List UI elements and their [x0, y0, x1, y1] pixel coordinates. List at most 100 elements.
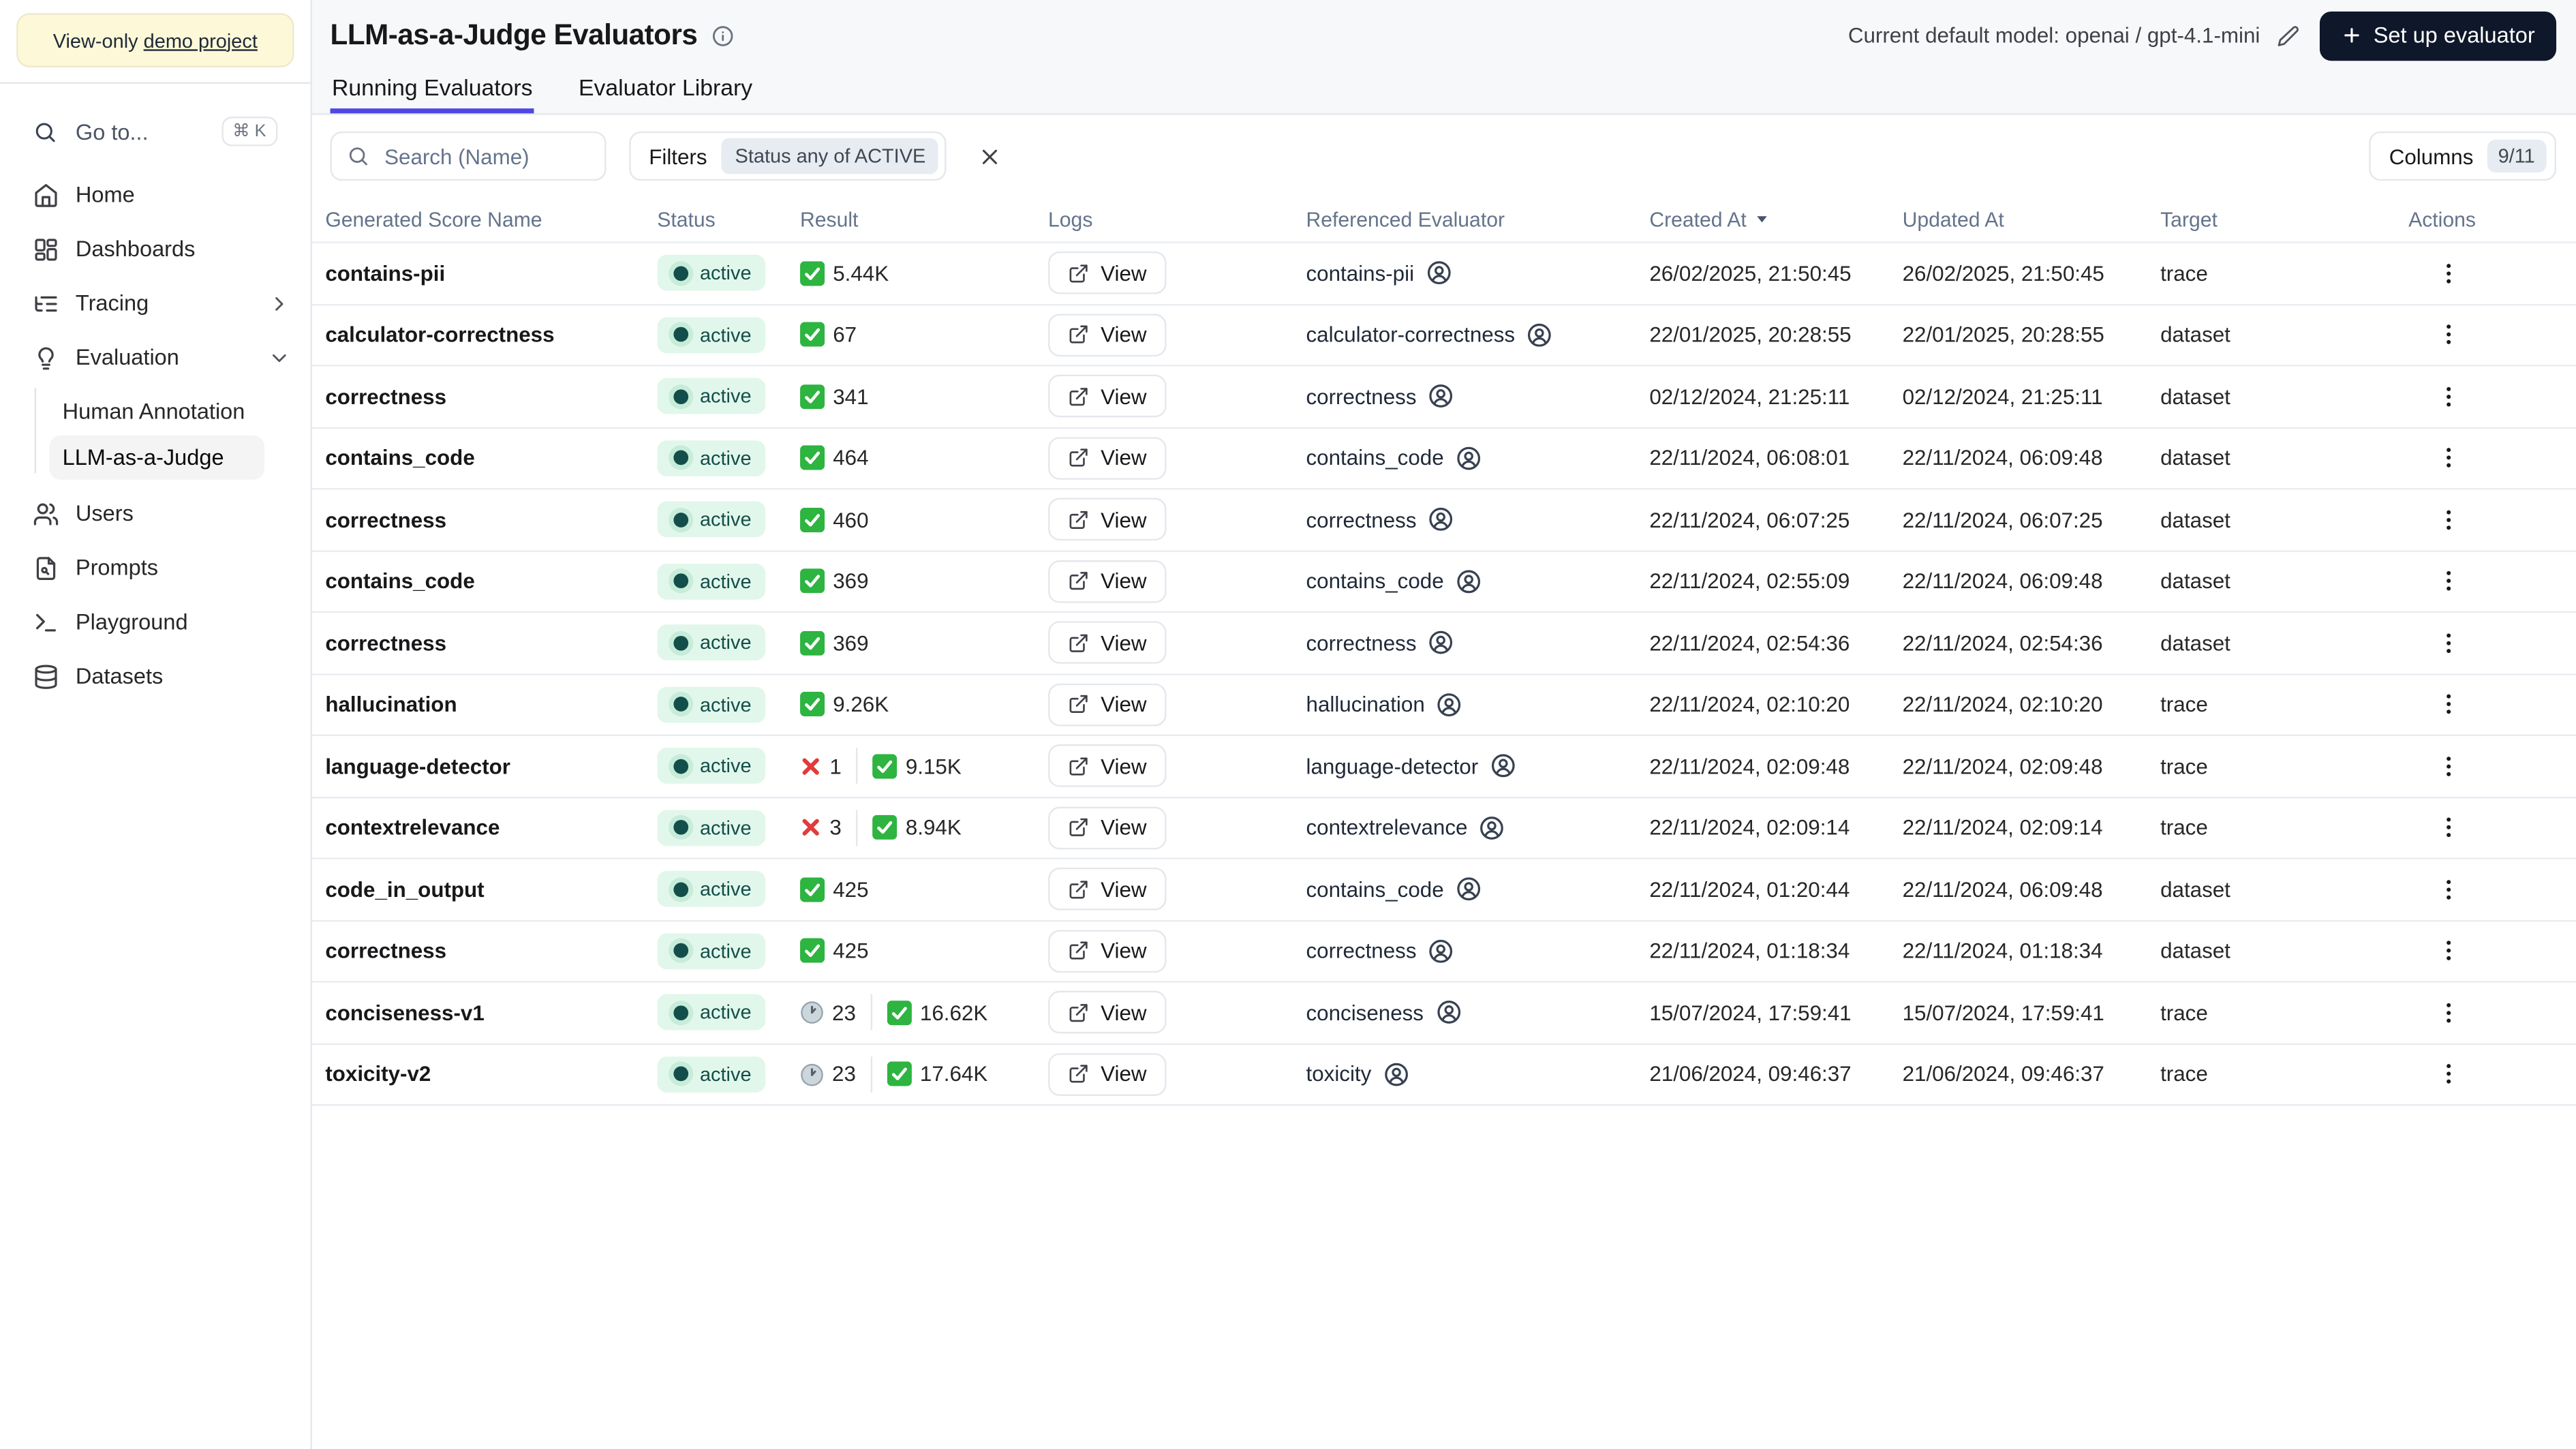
created-at-cell: 22/11/2024, 02:09:48: [1649, 753, 1850, 779]
column-header-created-at[interactable]: Created At: [1649, 208, 1902, 231]
status-badge: active: [657, 501, 767, 538]
row-actions-button[interactable]: [2428, 562, 2468, 601]
status-cell: active: [657, 932, 800, 969]
row-actions-button[interactable]: [2428, 808, 2468, 847]
default-model-label: Current default model: openai / gpt-4.1-…: [1847, 22, 2260, 48]
view-logs-button[interactable]: View: [1048, 868, 1167, 911]
table-row[interactable]: correctness active 369 View correctness …: [312, 613, 2576, 675]
actions-cell: [2408, 254, 2576, 293]
target-cell: trace: [2160, 753, 2208, 779]
view-logs-button[interactable]: View: [1048, 991, 1167, 1034]
external-link-icon: [1068, 694, 1089, 715]
view-logs-button[interactable]: View: [1048, 683, 1167, 726]
status-badge: active: [657, 686, 767, 723]
search-input[interactable]: [381, 142, 590, 170]
row-actions-button[interactable]: [2428, 870, 2468, 909]
check-icon: [800, 939, 825, 964]
row-actions-button[interactable]: [2428, 931, 2468, 971]
target-cell: dataset: [2160, 630, 2230, 656]
column-header-actions[interactable]: Actions: [2408, 208, 2576, 231]
table-row[interactable]: conciseness-v1 active 23 16.62K View conc…: [312, 982, 2576, 1045]
updated-at-cell: 22/11/2024, 06:07:25: [1902, 507, 2103, 532]
result-clock: 23: [800, 1001, 856, 1025]
table-body: contains-pii active 5.44K View contains-…: [312, 241, 2576, 1106]
table-row[interactable]: code_in_output active 425 View contains_…: [312, 859, 2576, 921]
view-logs-button[interactable]: View: [1048, 929, 1167, 973]
goto-search[interactable]: Go to... ⌘ K: [13, 102, 297, 161]
tab-evaluator-library[interactable]: Evaluator Library: [577, 74, 754, 113]
sidebar-subitems: Human Annotation LLM-as-a-Judge: [0, 384, 311, 486]
sidebar-item-llm-as-a-judge[interactable]: LLM-as-a-Judge: [49, 435, 265, 480]
kebab-icon: [2436, 1062, 2460, 1086]
row-actions-button[interactable]: [2428, 623, 2468, 662]
columns-button[interactable]: Columns 9/11: [2369, 131, 2557, 181]
table-row[interactable]: correctness active 341 View correctness …: [312, 366, 2576, 428]
table-row[interactable]: correctness active 460 View correctness …: [312, 489, 2576, 551]
view-logs-button[interactable]: View: [1048, 436, 1167, 480]
sidebar-item-human-annotation[interactable]: Human Annotation: [49, 389, 264, 433]
clear-filters-button[interactable]: [967, 133, 1013, 179]
edit-model-icon[interactable]: [2276, 24, 2299, 47]
sidebar-item-prompts[interactable]: Prompts: [0, 540, 311, 595]
sidebar: View-only demo project Go to... ⌘ K Home…: [0, 0, 313, 1449]
view-logs-button[interactable]: View: [1048, 375, 1167, 418]
tab-running-evaluators[interactable]: Running Evaluators: [330, 74, 535, 114]
result-cell: 5.44K: [800, 260, 1048, 286]
sidebar-item-datasets[interactable]: Datasets: [0, 649, 311, 703]
row-actions-button[interactable]: [2428, 377, 2468, 416]
result-cell: 3 8.94K: [800, 809, 1048, 846]
column-header-updated-at[interactable]: Updated At: [1903, 208, 2160, 231]
row-actions-button[interactable]: [2428, 500, 2468, 539]
table-row[interactable]: toxicity-v2 active 23 17.64K View toxicit…: [312, 1044, 2576, 1106]
column-header-result[interactable]: Result: [800, 208, 1048, 231]
score-name-cell: language-detector: [325, 753, 510, 779]
view-logs-button[interactable]: View: [1048, 621, 1167, 665]
column-header-logs[interactable]: Logs: [1048, 208, 1306, 231]
column-header-target[interactable]: Target: [2160, 208, 2408, 231]
sidebar-item-users[interactable]: Users: [0, 487, 311, 541]
view-logs-button[interactable]: View: [1048, 313, 1167, 356]
view-logs-button[interactable]: View: [1048, 498, 1167, 541]
row-actions-button[interactable]: [2428, 315, 2468, 354]
row-actions-button[interactable]: [2428, 254, 2468, 293]
column-header-generated-score-name[interactable]: Generated Score Name: [325, 208, 657, 231]
table-row[interactable]: contains-pii active 5.44K View contains-…: [312, 243, 2576, 305]
table-row[interactable]: contains_code active 464 View contains_c…: [312, 427, 2576, 490]
row-actions-button[interactable]: [2428, 993, 2468, 1033]
sidebar-item-evaluation[interactable]: Evaluation: [0, 331, 311, 385]
column-header-referenced-evaluator[interactable]: Referenced Evaluator: [1306, 208, 1650, 231]
table-row[interactable]: hallucination active 9.26K View hallucin…: [312, 674, 2576, 736]
table-row[interactable]: contextrelevance active 3 8.94K View cont…: [312, 797, 2576, 859]
column-header-status[interactable]: Status: [657, 208, 800, 231]
info-icon[interactable]: [711, 24, 734, 47]
row-actions-button[interactable]: [2428, 746, 2468, 786]
score-name-cell: code_in_output: [325, 876, 485, 902]
created-at-cell: 22/11/2024, 02:10:20: [1649, 692, 1850, 717]
view-logs-button[interactable]: View: [1048, 251, 1167, 295]
result-check: 369: [800, 630, 869, 656]
search-icon: [347, 144, 370, 168]
sidebar-item-tracing[interactable]: Tracing: [0, 276, 311, 331]
sidebar-item-dashboards[interactable]: Dashboards: [0, 222, 311, 276]
view-logs-button[interactable]: View: [1048, 744, 1167, 788]
view-logs-button[interactable]: View: [1048, 1052, 1167, 1096]
filters-button[interactable]: Filters Status any of ACTIVE: [629, 131, 947, 181]
row-actions-button[interactable]: [2428, 685, 2468, 724]
table-row[interactable]: contains_code active 369 View contains_c…: [312, 551, 2576, 613]
row-actions-button[interactable]: [2428, 438, 2468, 478]
setup-evaluator-button[interactable]: Set up evaluator: [2319, 10, 2557, 60]
row-actions-button[interactable]: [2428, 1054, 2468, 1094]
status-dot-icon: [673, 265, 689, 281]
external-link-icon: [1068, 447, 1089, 468]
actions-cell: [2408, 1054, 2576, 1094]
sidebar-item-playground[interactable]: Playground: [0, 595, 311, 650]
sidebar-item-home[interactable]: Home: [0, 168, 311, 222]
view-logs-button[interactable]: View: [1048, 560, 1167, 603]
table-row[interactable]: correctness active 425 View correctness …: [312, 921, 2576, 983]
table-row[interactable]: language-detector active 1 9.15K View lan…: [312, 735, 2576, 798]
table-row[interactable]: calculator-correctness active 67 View ca…: [312, 305, 2576, 367]
demo-project-link[interactable]: demo project: [144, 29, 258, 52]
view-logs-button[interactable]: View: [1048, 806, 1167, 849]
external-link-icon: [1068, 879, 1089, 900]
status-dot-icon: [673, 943, 689, 959]
